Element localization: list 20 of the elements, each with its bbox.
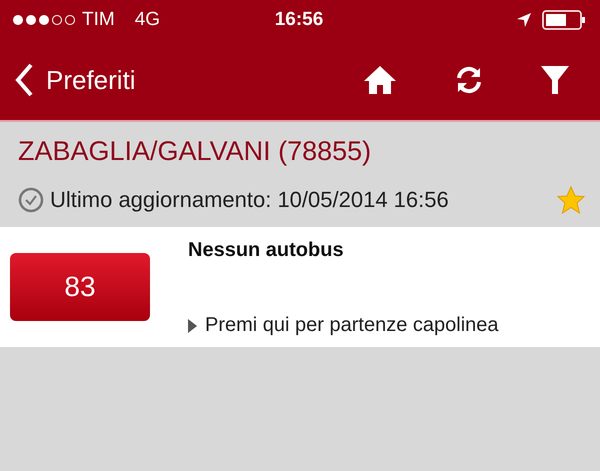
signal-icon bbox=[12, 14, 76, 26]
stop-title: ZABAGLIA/GALVANI (78855) bbox=[18, 136, 372, 167]
home-icon[interactable] bbox=[362, 64, 398, 96]
carrier-name: TIM bbox=[82, 9, 115, 31]
chevron-left-icon bbox=[14, 63, 34, 97]
clock-time: 16:56 bbox=[274, 9, 324, 31]
triangle-right-icon bbox=[188, 318, 197, 332]
arrival-status: Nessun autobus bbox=[188, 239, 345, 262]
terminus-departures-link[interactable]: Premi qui per partenze capolinea bbox=[205, 314, 499, 337]
star-icon[interactable] bbox=[556, 185, 586, 215]
battery-icon bbox=[542, 10, 586, 30]
network-type: 4G bbox=[134, 9, 160, 31]
bus-line-row[interactable]: 83 Nessun autobus Premi qui per partenze capolinea bbox=[0, 227, 600, 347]
refresh-icon[interactable] bbox=[454, 65, 484, 95]
location-arrow-icon bbox=[516, 12, 532, 28]
filter-icon[interactable] bbox=[540, 64, 570, 96]
line-number-button[interactable]: 83 bbox=[10, 253, 150, 321]
back-button[interactable]: Preferiti bbox=[14, 63, 136, 97]
last-update-text: Ultimo aggiornamento: 10/05/2014 16:56 bbox=[50, 187, 450, 213]
clock-icon bbox=[18, 187, 44, 213]
